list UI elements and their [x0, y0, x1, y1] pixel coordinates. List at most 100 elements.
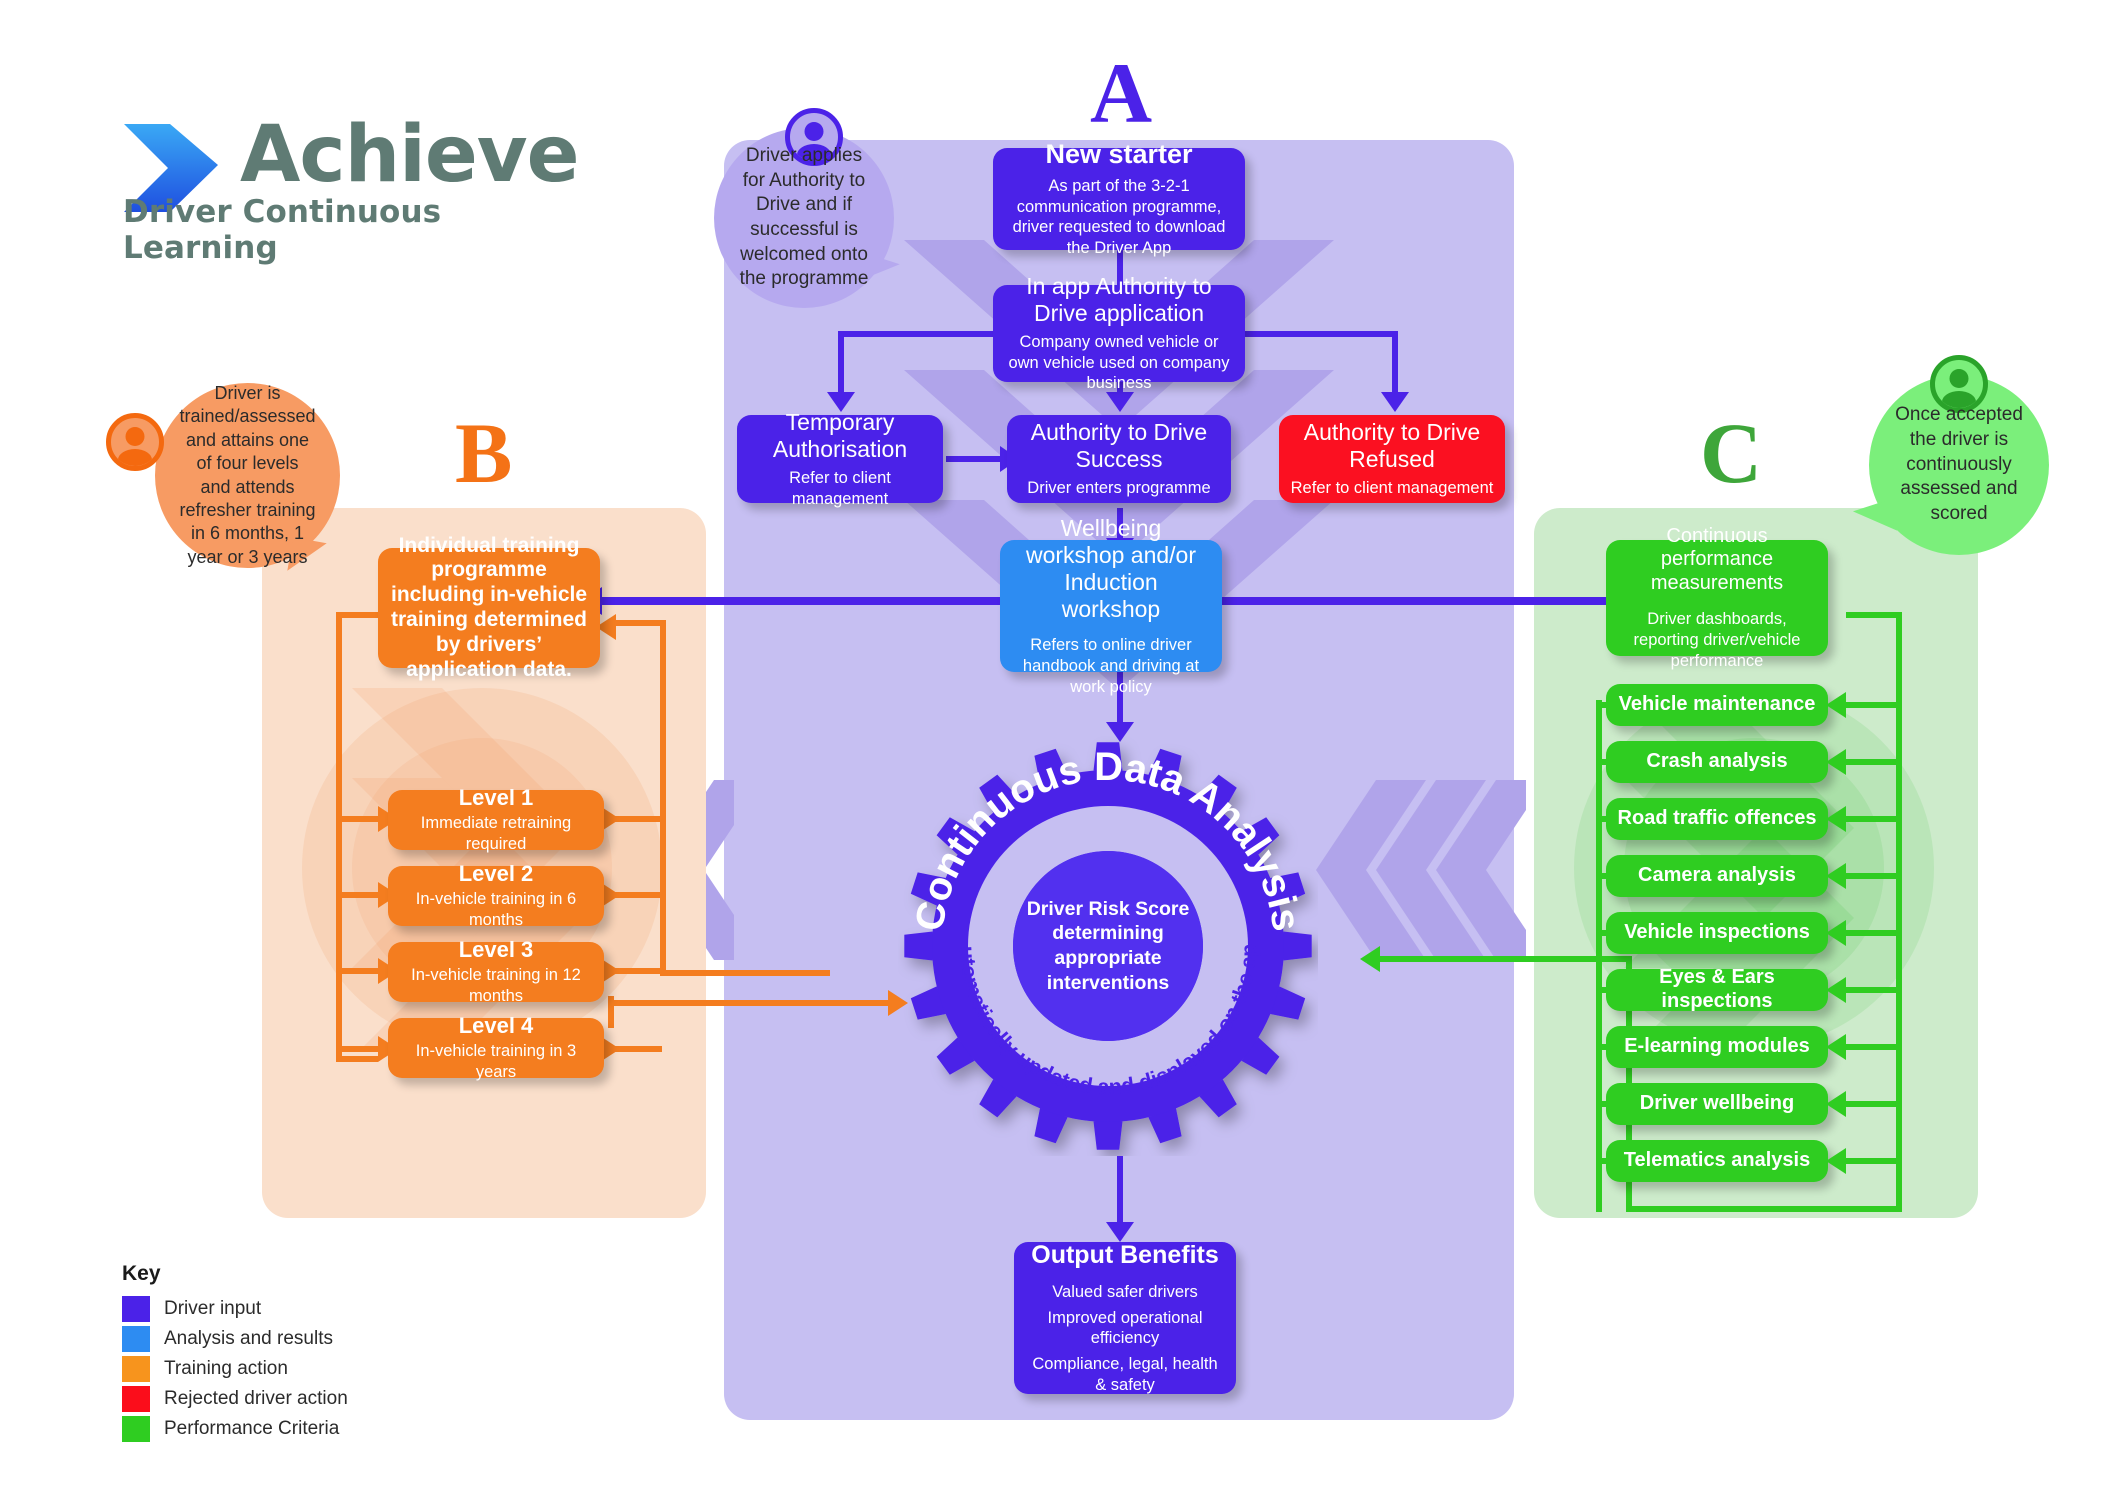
box-new-starter-title: New starter — [1045, 139, 1193, 170]
box-measure-title: Continuous performance measurements — [1650, 524, 1784, 594]
connector-criteria-1-right — [1846, 702, 1902, 708]
gear-hub-driver-risk-score: Driver Risk Score determining appropriat… — [1013, 851, 1203, 1041]
box-criteria-1-label: Vehicle maintenance — [1618, 693, 1816, 716]
box-output-line2: Improved operational efficiency — [1047, 1308, 1203, 1348]
box-temporary-title: Temporary Authorisation — [772, 408, 908, 462]
legend-swatch-5 — [122, 1416, 150, 1442]
arrowhead-refused — [1381, 392, 1409, 412]
connector-criteria-1-left — [1596, 702, 1612, 708]
box-authority-success[interactable]: Authority to Drive Success Driver enters… — [1007, 415, 1231, 503]
connector-bus-right-drop — [1392, 331, 1398, 399]
box-level-1-title: Level 1 — [458, 785, 534, 811]
box-criteria-9[interactable]: Telematics analysis — [1606, 1140, 1828, 1182]
box-new-starter[interactable]: New starter As part of the 3-2-1 communi… — [993, 139, 1245, 257]
legend-title: Key — [122, 1262, 161, 1285]
box-criteria-1[interactable]: Vehicle maintenance — [1606, 684, 1828, 726]
box-level-3[interactable]: Level 3 In-vehicle training in 12 months — [388, 937, 604, 1005]
connector-criteria-6-left — [1596, 987, 1612, 993]
box-refused-subtitle: Refer to client management — [1290, 479, 1494, 498]
connector-b-right-spine — [660, 620, 666, 976]
connector-b-right-top — [616, 620, 666, 626]
box-criteria-3[interactable]: Road traffic offences — [1606, 798, 1828, 840]
arrowhead-output — [1106, 1222, 1134, 1242]
box-measure-subtitle: Driver dashboards, reporting driver/vehi… — [1633, 610, 1801, 670]
arrowhead-criteria-7 — [1826, 1034, 1846, 1060]
box-criteria-4-label: Camera analysis — [1638, 864, 1796, 887]
box-level-3-subtitle: In-vehicle training in 12 months — [411, 966, 581, 1005]
connector-c-spine-bottom — [1626, 1206, 1902, 1212]
box-criteria-4[interactable]: Camera analysis — [1606, 855, 1828, 897]
arrowhead-criteria-3 — [1826, 806, 1846, 832]
speech-bubble-a: Driver applies for Authority to Drive an… — [714, 128, 894, 308]
arrowhead-criteria-8 — [1826, 1091, 1846, 1117]
connector-c-criteria-left-bar — [1596, 700, 1602, 1212]
arrowhead-b-to-gear — [888, 990, 908, 1016]
logo-wordmark: Achieve — [240, 110, 580, 200]
box-output-line1: Valued safer drivers — [1052, 1283, 1198, 1302]
connector-c-to-gear — [1380, 956, 1630, 962]
box-criteria-7-label: E-learning modules — [1624, 1035, 1810, 1058]
legend-swatch-2 — [122, 1326, 150, 1352]
legend-item-2: Analysis and results — [122, 1324, 422, 1354]
box-authority-refused[interactable]: Authority to Drive Refused Refer to clie… — [1279, 415, 1505, 503]
connector-criteria-9-left — [1596, 1158, 1612, 1164]
arrowhead-criteria-4 — [1826, 863, 1846, 889]
section-letter-a: A — [1090, 45, 1153, 141]
box-criteria-2-label: Crash analysis — [1646, 750, 1788, 773]
connector-criteria-2-right — [1846, 759, 1902, 765]
box-refused-title: Authority to Drive Refused — [1303, 419, 1481, 473]
legend-swatch-1 — [122, 1296, 150, 1322]
logo-tagline: Driver Continuous Learning — [123, 194, 442, 266]
speech-bubble-b-text: Driver is trained/assessed and attains o… — [179, 382, 316, 567]
connector-criteria-6-right — [1846, 987, 1902, 993]
legend-label-5: Performance Criteria — [164, 1418, 340, 1439]
speech-bubble-a-text: Driver applies for Authority to Drive an… — [739, 144, 869, 290]
legend-label-2: Analysis and results — [164, 1328, 333, 1349]
legend-rows: Driver input Analysis and results Training… — [122, 1294, 422, 1444]
arrowhead-criteria-5 — [1826, 920, 1846, 946]
connector-b-to-gear-lower — [608, 1000, 898, 1006]
box-level-2-title: Level 2 — [458, 861, 534, 887]
legend-label-4: Rejected driver action — [164, 1388, 348, 1409]
box-wellbeing-workshop[interactable]: Wellbeing workshop and/or Induction work… — [1000, 515, 1222, 696]
connector-criteria-7-left — [1596, 1044, 1612, 1050]
connector-criteria-3-left — [1596, 816, 1612, 822]
box-wellbeing-subtitle: Refers to online driver handbook and dri… — [1022, 636, 1200, 696]
connector-criteria-8-left — [1596, 1101, 1612, 1107]
brand-logo: Achieve Driver Continuous Learning — [118, 110, 580, 266]
box-criteria-7[interactable]: E-learning modules — [1606, 1026, 1828, 1068]
section-letter-c: C — [1700, 405, 1763, 501]
legend-label-1: Driver input — [164, 1298, 262, 1319]
box-criteria-8[interactable]: Driver wellbeing — [1606, 1083, 1828, 1125]
legend-item-3: Training action — [122, 1354, 422, 1384]
box-criteria-2[interactable]: Crash analysis — [1606, 741, 1828, 783]
box-wellbeing-title: Wellbeing workshop and/or Induction work… — [1025, 514, 1197, 623]
box-programme-text: Individual training programme including … — [390, 533, 588, 681]
box-success-title: Authority to Drive Success — [1030, 419, 1208, 473]
box-criteria-3-label: Road traffic offences — [1617, 807, 1817, 830]
box-level-4[interactable]: Level 4 In-vehicle training in 3 years — [388, 1013, 604, 1081]
connector-b-left-top — [336, 612, 378, 618]
box-output-benefits[interactable]: Output Benefits Valued safer drivers Imp… — [1014, 1241, 1236, 1394]
legend-label-3: Training action — [164, 1358, 288, 1379]
box-criteria-5[interactable]: Vehicle inspections — [1606, 912, 1828, 954]
connector-criteria-5-right — [1846, 930, 1902, 936]
connector-criteria-3-right — [1846, 816, 1902, 822]
box-continuous-performance-measurements[interactable]: Continuous performance measurements Driv… — [1606, 525, 1828, 670]
box-level-1[interactable]: Level 1 Immediate retraining required — [388, 785, 604, 853]
arrowhead-criteria-6 — [1826, 977, 1846, 1003]
box-temporary-authorisation[interactable]: Temporary Authorisation Refer to client … — [737, 409, 943, 508]
box-level-2[interactable]: Level 2 In-vehicle training in 6 months — [388, 861, 604, 929]
arrowhead-success — [1106, 392, 1134, 412]
connector-criteria-4-right — [1846, 873, 1902, 879]
box-level-2-subtitle: In-vehicle training in 6 months — [415, 890, 577, 929]
arrowhead-criteria-2 — [1826, 749, 1846, 775]
box-in-app-application[interactable]: In app Authority to Drive application Co… — [993, 273, 1245, 392]
box-individual-training-programme[interactable]: Individual training programme including … — [378, 534, 600, 681]
arrowhead-criteria-1 — [1826, 692, 1846, 718]
connector-criteria-2-left — [1596, 759, 1612, 765]
box-criteria-6[interactable]: Eyes & Ears inspections — [1606, 966, 1828, 1012]
box-level-4-title: Level 4 — [458, 1013, 534, 1039]
connector-b-left-bottom — [336, 1056, 378, 1062]
connector-criteria-7-right — [1846, 1044, 1902, 1050]
